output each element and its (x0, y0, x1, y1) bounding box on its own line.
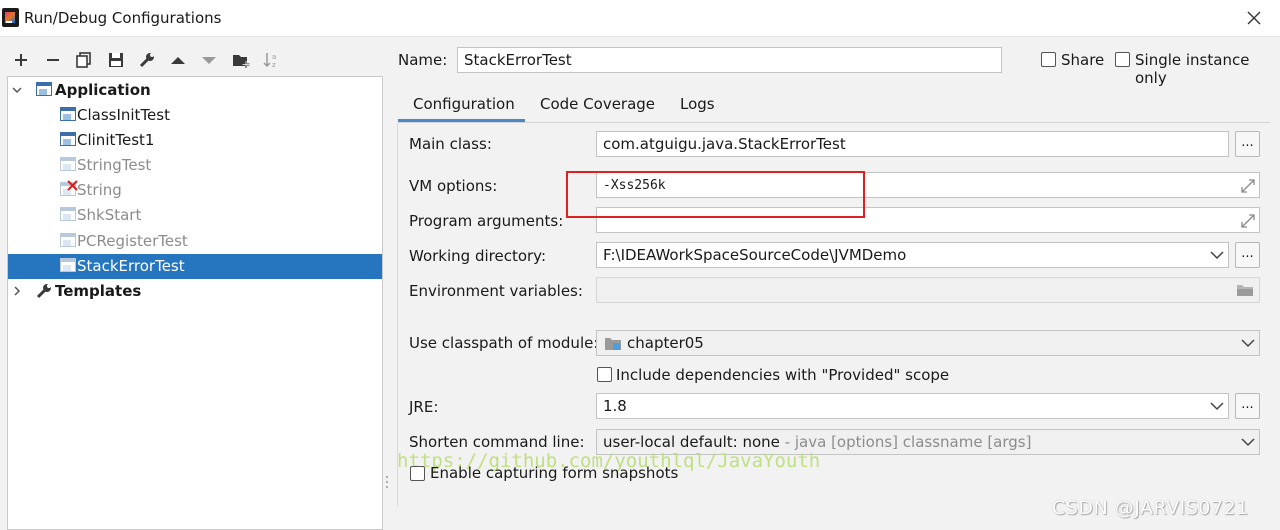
chevron-right-icon[interactable] (11, 285, 23, 297)
configurations-tree[interactable]: Application ClassInitTest ClinitTest1 St… (7, 76, 383, 530)
move-up-icon[interactable] (169, 51, 187, 69)
tab-code-coverage[interactable]: Code Coverage (540, 95, 655, 123)
working-directory-label: Working directory: (409, 247, 547, 265)
svg-text:a: a (272, 53, 276, 61)
single-instance-label[interactable]: Single instance only (1135, 51, 1280, 87)
working-directory-combo[interactable]: F:\IDEAWorkSpaceSourceCode\JVMDemo (596, 242, 1229, 268)
save-icon[interactable] (107, 51, 125, 69)
folder-add-icon[interactable] (232, 51, 250, 69)
tree-item-classinittest[interactable]: ClassInitTest (8, 103, 382, 128)
main-class-browse-button[interactable]: ... (1235, 131, 1260, 157)
folder-icon[interactable] (1236, 283, 1254, 297)
chevron-down-icon[interactable] (1210, 250, 1224, 260)
environment-variables-label: Environment variables: (409, 282, 583, 300)
wrench-icon (36, 284, 51, 299)
main-class-label: Main class: (409, 135, 492, 153)
tree-node-templates[interactable]: Templates (8, 279, 382, 304)
tree-item-string[interactable]: String (8, 178, 382, 203)
tree-node-label: Application (55, 81, 151, 99)
module-folder-icon (605, 338, 621, 350)
jre-combo[interactable]: 1.8 (596, 393, 1229, 419)
intellij-app-icon (2, 8, 19, 27)
tree-item-label: String (77, 181, 122, 199)
application-icon (36, 82, 52, 96)
name-label: Name: (398, 51, 448, 69)
tree-item-pcregistertest[interactable]: PCRegisterTest (8, 229, 382, 254)
chevron-down-icon[interactable] (1210, 401, 1224, 411)
remove-icon[interactable] (44, 51, 62, 69)
tree-item-stackerrortest[interactable]: StackErrorTest (8, 254, 382, 279)
application-config-icon (60, 107, 76, 121)
svg-text:z: z (272, 61, 276, 69)
shorten-command-line-hint: - java [options] classname [args] (779, 433, 1032, 451)
tree-item-label: StringTest (77, 156, 152, 174)
expand-icon[interactable] (1240, 213, 1256, 229)
tree-node-label: Templates (55, 282, 142, 300)
capture-snapshots-checkbox[interactable] (410, 466, 425, 481)
share-checkbox[interactable] (1041, 52, 1056, 67)
name-input[interactable]: StackErrorTest (457, 47, 1002, 73)
temporary-config-icon (60, 207, 76, 221)
tree-node-application[interactable]: Application (8, 78, 382, 103)
vm-options-label: VM options: (409, 177, 498, 195)
expand-icon[interactable] (1240, 178, 1256, 194)
main-class-input[interactable]: com.atguigu.java.StackErrorTest (596, 131, 1229, 157)
tree-item-clinittest1[interactable]: ClinitTest1 (8, 128, 382, 153)
tree-item-stringtest[interactable]: StringTest (8, 153, 382, 178)
csdn-watermark: CSDN @JARVIS0721 (1052, 497, 1249, 519)
temporary-config-icon (60, 233, 76, 247)
single-instance-checkbox[interactable] (1115, 52, 1130, 67)
temporary-config-icon (60, 258, 76, 272)
move-down-icon[interactable] (200, 51, 218, 69)
window-title: Run/Debug Configurations (24, 9, 222, 27)
tab-logs[interactable]: Logs (680, 95, 715, 123)
share-label[interactable]: Share (1061, 51, 1104, 69)
capture-snapshots-label[interactable]: Enable capturing form snapshots (430, 464, 678, 482)
application-config-icon (60, 132, 76, 146)
chevron-down-icon[interactable] (1241, 437, 1255, 447)
tree-item-label: ClassInitTest (77, 106, 170, 124)
working-directory-browse-button[interactable]: ... (1235, 242, 1260, 268)
chevron-down-icon[interactable] (1241, 338, 1255, 348)
close-icon[interactable] (1242, 6, 1266, 30)
chevron-down-icon[interactable] (11, 84, 23, 96)
temporary-config-icon (60, 157, 76, 171)
splitter-handle[interactable] (385, 475, 389, 489)
classpath-module-combo[interactable]: chapter05 (596, 330, 1260, 356)
wrench-icon[interactable] (138, 51, 156, 69)
tree-item-shkstart[interactable]: ShkStart (8, 203, 382, 228)
environment-variables-input[interactable] (596, 277, 1260, 303)
copy-icon[interactable] (75, 51, 93, 69)
include-dependencies-checkbox[interactable] (597, 367, 612, 382)
shorten-command-line-label: Shorten command line: (409, 433, 585, 451)
tree-item-label: PCRegisterTest (77, 232, 188, 250)
tree-item-label: ClinitTest1 (77, 131, 155, 149)
include-dependencies-label[interactable]: Include dependencies with "Provided" sco… (616, 366, 949, 384)
jre-browse-button[interactable]: ... (1235, 393, 1260, 419)
sort-icon[interactable]: az (263, 51, 281, 69)
tree-item-label: StackErrorTest (77, 257, 185, 275)
jre-label: JRE: (409, 398, 439, 416)
program-arguments-label: Program arguments: (409, 212, 564, 230)
add-icon[interactable] (12, 51, 30, 69)
active-tab-indicator (398, 119, 525, 122)
vm-options-highlight (566, 171, 865, 218)
shorten-command-line-value: user-local default: none (603, 433, 780, 451)
classpath-module-label: Use classpath of module: (409, 334, 599, 352)
tree-item-label: ShkStart (77, 206, 142, 224)
